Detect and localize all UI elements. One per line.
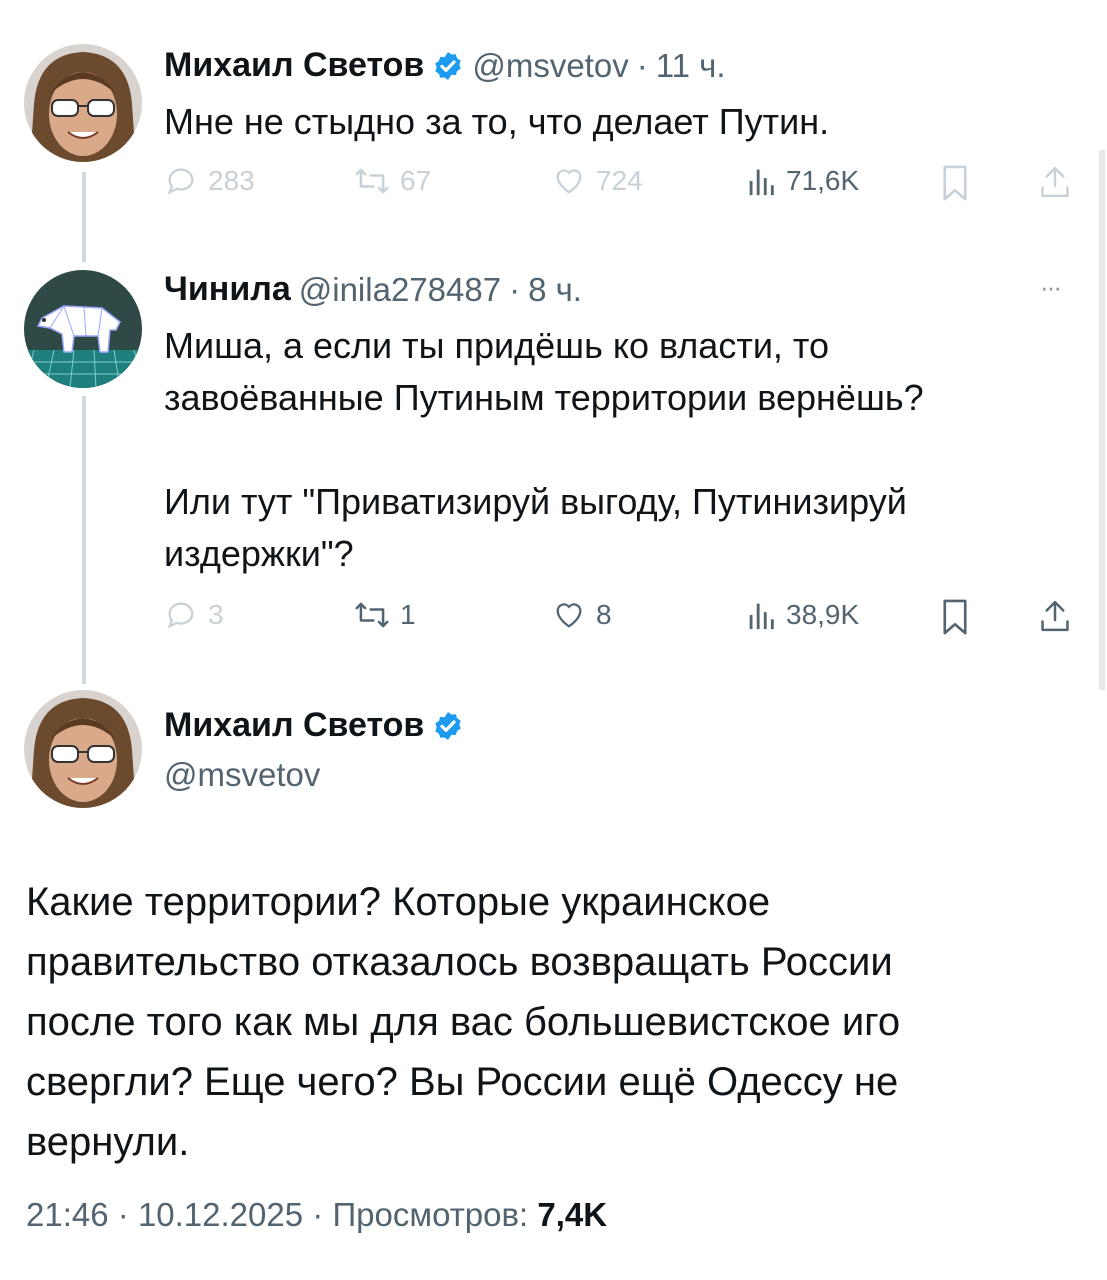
- views-button[interactable]: 71,6K: [746, 164, 859, 198]
- like-count: 8: [596, 599, 612, 630]
- verified-badge-icon: [435, 51, 462, 80]
- separator: ·: [509, 270, 521, 308]
- repost-count: 67: [400, 165, 432, 196]
- views-count: 38,9K: [786, 599, 860, 630]
- like-icon: [556, 603, 582, 628]
- more-icon[interactable]: ···: [1040, 272, 1062, 303]
- bookmark-button[interactable]: [940, 164, 970, 202]
- views-button[interactable]: 38,9K: [746, 598, 859, 632]
- reply-count: 3: [208, 599, 224, 630]
- views-icon: [749, 169, 774, 196]
- bookmark-icon: [943, 165, 967, 201]
- views-icon: [749, 603, 774, 630]
- views-count: 71,6K: [786, 165, 860, 196]
- reply-button[interactable]: 3: [164, 598, 224, 632]
- thread-line: [82, 396, 86, 684]
- share-icon: [1041, 166, 1069, 198]
- avatar[interactable]: [24, 270, 142, 388]
- tweet-date[interactable]: 10.12.2025: [138, 1196, 303, 1233]
- avatar[interactable]: [24, 690, 142, 808]
- repost-button[interactable]: 67: [354, 164, 431, 198]
- tweet-time[interactable]: 8 ч.: [528, 271, 582, 309]
- reply-icon: [167, 168, 194, 195]
- tweet-time[interactable]: 21:46: [26, 1196, 109, 1233]
- author-name[interactable]: Чинила: [164, 270, 291, 309]
- reply-count: 283: [208, 165, 255, 196]
- author-name[interactable]: Михаил Светов: [164, 706, 424, 745]
- repost-icon: [355, 602, 389, 628]
- like-count: 724: [596, 165, 643, 196]
- reply-button[interactable]: 283: [164, 164, 255, 198]
- like-button[interactable]: 8: [552, 598, 612, 632]
- repost-button[interactable]: 1: [354, 598, 416, 632]
- separator: ·: [636, 46, 648, 84]
- author-handle[interactable]: @inila278487: [299, 271, 501, 309]
- author-name[interactable]: Михаил Светов: [164, 46, 424, 85]
- like-icon: [556, 169, 582, 194]
- bookmark-button[interactable]: [940, 598, 970, 636]
- author-handle[interactable]: @msvetov: [472, 47, 628, 85]
- author-handle[interactable]: @msvetov: [164, 756, 320, 794]
- tweet-text: Миша, а если ты придёшь ко власти, то за…: [164, 325, 924, 574]
- separator: ·: [117, 1196, 129, 1233]
- tweet-actions: 283 67 724 71,6K: [164, 164, 1084, 204]
- thread-line: [82, 172, 86, 262]
- bookmark-icon: [943, 599, 967, 635]
- avatar[interactable]: [24, 44, 142, 162]
- share-button[interactable]: [1038, 164, 1072, 200]
- views-label: Просмотров:: [332, 1196, 529, 1233]
- reply-icon: [167, 602, 194, 629]
- repost-count: 1: [400, 599, 416, 630]
- tweet-time[interactable]: 11 ч.: [656, 47, 726, 85]
- repost-icon: [355, 168, 389, 194]
- share-button[interactable]: [1038, 598, 1072, 634]
- views-count: 7,4K: [537, 1196, 608, 1233]
- separator: ·: [312, 1196, 324, 1233]
- tweet-text: Мне не стыдно за то, что делает Путин.: [164, 101, 830, 142]
- like-button[interactable]: 724: [552, 164, 643, 198]
- verified-badge-icon: [435, 711, 462, 740]
- tweet-text: Какие территории? Которые украинское пра…: [26, 880, 901, 1164]
- tweet-footer: 21:46 · 10.12.2025 · Просмотров: 7,4K: [26, 1196, 607, 1234]
- tweet-actions: 3 1 8 38,9K: [164, 598, 1084, 638]
- share-icon: [1041, 600, 1069, 632]
- scrollbar[interactable]: [1099, 150, 1105, 690]
